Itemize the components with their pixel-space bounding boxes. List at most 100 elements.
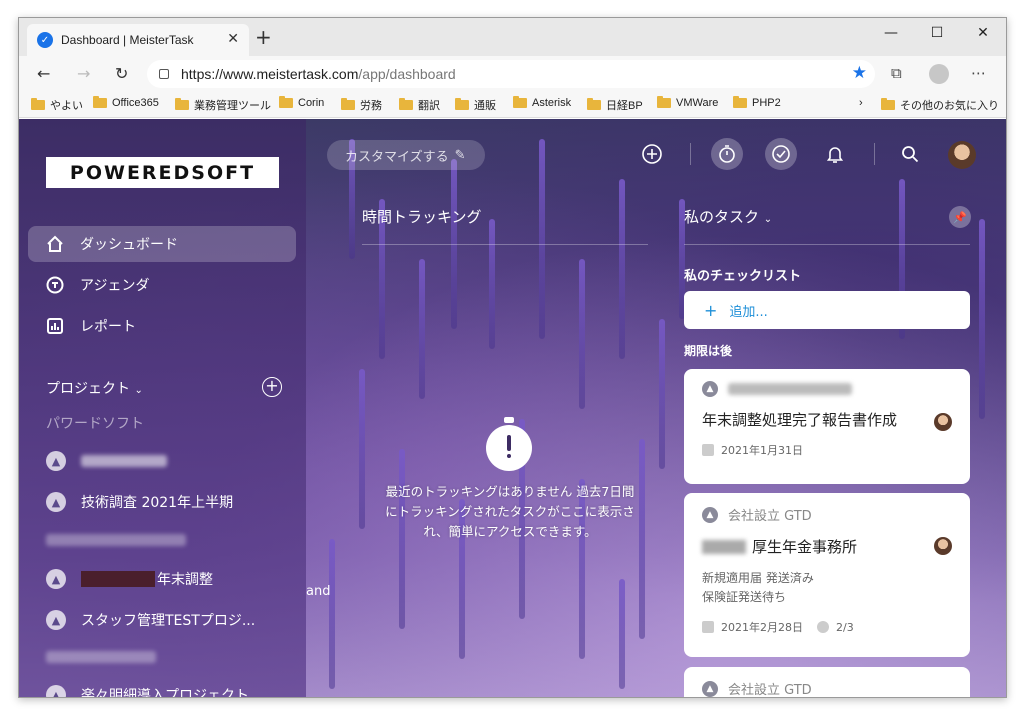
bookmark-folder[interactable]: 通販	[455, 97, 496, 113]
url-host: https://www.meistertask.com	[181, 66, 359, 82]
project-label: 年末調整	[157, 572, 213, 588]
task-card[interactable]: ▲ 会社設立 GTD	[684, 667, 970, 698]
agenda-icon	[46, 276, 64, 294]
task-title: 年末調整処理完了報告書作成	[702, 411, 898, 429]
folder-icon	[657, 96, 671, 108]
bookmark-label: VMWare	[676, 97, 719, 109]
browser-tab[interactable]: ✓ Dashboard | MeisterTask ✕	[27, 24, 249, 56]
sidebar-project-item[interactable]: ▲ 楽々明細導入プロジェクト	[46, 685, 249, 697]
sidebar-item-report[interactable]: レポート	[28, 308, 296, 344]
checklist-label: 私のチェックリスト	[684, 269, 802, 284]
check-circle-icon[interactable]	[765, 138, 797, 170]
time-tracking-title: 時間トラッキング	[362, 208, 482, 226]
favorite-star-icon[interactable]: ★	[852, 63, 867, 83]
description-line: 保険証発送待ち	[702, 590, 787, 604]
url-field[interactable]: https://www.meistertask.com/app/dashboar…	[147, 60, 875, 88]
bookmark-folder[interactable]: 業務管理ツール	[175, 97, 271, 113]
task-project-label: 会社設立 GTD	[728, 683, 812, 698]
bookmarks-overflow-icon[interactable]: ›	[859, 97, 863, 109]
task-description: 新規適用届 発送済み 保険証発送待ち	[702, 569, 952, 607]
description-line: 新規適用届 発送済み	[702, 571, 814, 585]
redacted-text	[81, 571, 155, 587]
add-checklist-item-button[interactable]: + 追加...	[684, 291, 970, 329]
divider	[690, 143, 691, 165]
new-tab-icon[interactable]: +	[255, 27, 272, 47]
add-project-button[interactable]: +	[262, 377, 282, 397]
bookmark-folder[interactable]: PHP2	[733, 96, 781, 109]
redacted-project-name	[81, 455, 167, 467]
sidebar-project-item[interactable]: ▲ 技術調査 2021年上半期	[46, 492, 233, 512]
other-bookmarks-folder[interactable]: その他のお気に入り	[881, 97, 999, 113]
tab-strip: ✓ Dashboard | MeisterTask ✕ + — ☐ ✕	[19, 18, 1006, 56]
task-project: ▲	[702, 381, 952, 397]
assignee-avatar	[934, 413, 952, 431]
search-icon[interactable]	[897, 141, 923, 167]
rocket-icon: ▲	[702, 506, 718, 523]
back-icon[interactable]: ←	[37, 64, 50, 83]
plus-icon: +	[704, 300, 718, 320]
assignee-avatar	[934, 537, 952, 555]
company-logo[interactable]: POWEREDSOFT	[46, 157, 279, 188]
rocket-icon: ▲	[702, 381, 718, 397]
folder-icon	[31, 98, 45, 110]
minimize-icon[interactable]: —	[868, 18, 914, 48]
time-tracking-empty-message: 最近のトラッキングはありません 過去7日間にトラッキングされたタスクがここに表示…	[385, 484, 635, 539]
rocket-icon: ▲	[46, 451, 66, 471]
forward-icon[interactable]: →	[77, 64, 90, 83]
close-window-icon[interactable]: ✕	[960, 18, 1006, 48]
pin-icon[interactable]: 📌	[949, 206, 971, 228]
sidebar-item-label: ダッシュボード	[80, 237, 178, 253]
stopwatch-icon[interactable]	[711, 138, 743, 170]
bookmark-folder[interactable]: Corin	[279, 96, 324, 109]
rocket-icon: ▲	[46, 685, 66, 697]
folder-icon	[733, 96, 747, 108]
my-tasks-title[interactable]: 私のタスク ⌄	[684, 206, 772, 227]
calendar-icon	[702, 444, 714, 456]
my-tasks-label: 私のタスク	[684, 208, 760, 226]
url-path: /app/dashboard	[358, 66, 456, 82]
sidebar-item-dashboard[interactable]: ダッシュボード	[28, 226, 296, 262]
maximize-icon[interactable]: ☐	[914, 18, 960, 48]
bookmark-folder[interactable]: 労務	[341, 97, 382, 113]
projects-header-label: プロジェクト	[46, 381, 130, 397]
bookmark-label: やよい	[50, 100, 83, 112]
task-meta: 2021年2月28日 2/3	[702, 619, 952, 635]
bookmark-folder[interactable]: Office365	[93, 96, 159, 109]
bookmark-folder[interactable]: Asterisk	[513, 96, 571, 109]
checklist-icon	[817, 621, 829, 633]
sidebar-project-item[interactable]: ▲	[46, 451, 167, 471]
task-card[interactable]: ▲ 会社設立 GTD 厚生年金事務所 新規適用届 発送済み 保険証発送待ち 20…	[684, 493, 970, 657]
bell-icon[interactable]	[822, 141, 848, 167]
chevron-down-icon: ⌄	[763, 214, 773, 225]
bookmark-folder[interactable]: やよい	[31, 97, 83, 113]
bookmark-folder[interactable]: VMWare	[657, 96, 719, 109]
bookmark-label: PHP2	[752, 97, 781, 109]
add-label: 追加...	[729, 304, 768, 320]
task-card[interactable]: ▲ 年末調整処理完了報告書作成 2021年1月31日	[684, 369, 970, 484]
folder-icon	[341, 98, 355, 110]
refresh-icon[interactable]: ↻	[115, 64, 128, 83]
address-bar: ← → ↻ https://www.meistertask.com/app/da…	[19, 56, 1006, 92]
profile-icon[interactable]	[929, 64, 949, 84]
bookmark-label: 日経BP	[606, 100, 643, 112]
home-icon	[46, 235, 64, 253]
more-menu-icon[interactable]: ⋯	[971, 64, 986, 82]
sidebar-item-agenda[interactable]: アジェンダ	[28, 267, 296, 303]
sidebar-project-item[interactable]: ▲ スタッフ管理TESTプロジ...	[46, 610, 255, 630]
stopwatch-icon	[486, 417, 532, 471]
rocket-icon: ▲	[702, 680, 718, 697]
bookmark-folder[interactable]: 翻訳	[399, 97, 440, 113]
tab-title: Dashboard | MeisterTask	[61, 33, 194, 47]
customize-button[interactable]: カスタマイズする ✎	[327, 140, 485, 170]
bookmark-folder[interactable]: 日経BP	[587, 97, 643, 113]
sidebar-project-item[interactable]: ▲ 年末調整	[46, 569, 213, 589]
app-viewport: POWEREDSOFT ダッシュボード アジェンダ レポート プロジェクト ⌄	[19, 119, 1006, 698]
add-circle-icon[interactable]	[639, 141, 665, 167]
checklist-count: 2/3	[836, 620, 854, 634]
folder-icon	[93, 96, 107, 108]
projects-header[interactable]: プロジェクト ⌄	[46, 378, 143, 398]
close-tab-icon[interactable]: ✕	[227, 31, 239, 47]
collections-icon[interactable]: ⧉	[891, 64, 902, 82]
rocket-icon: ▲	[46, 492, 66, 512]
user-avatar[interactable]	[948, 141, 976, 169]
